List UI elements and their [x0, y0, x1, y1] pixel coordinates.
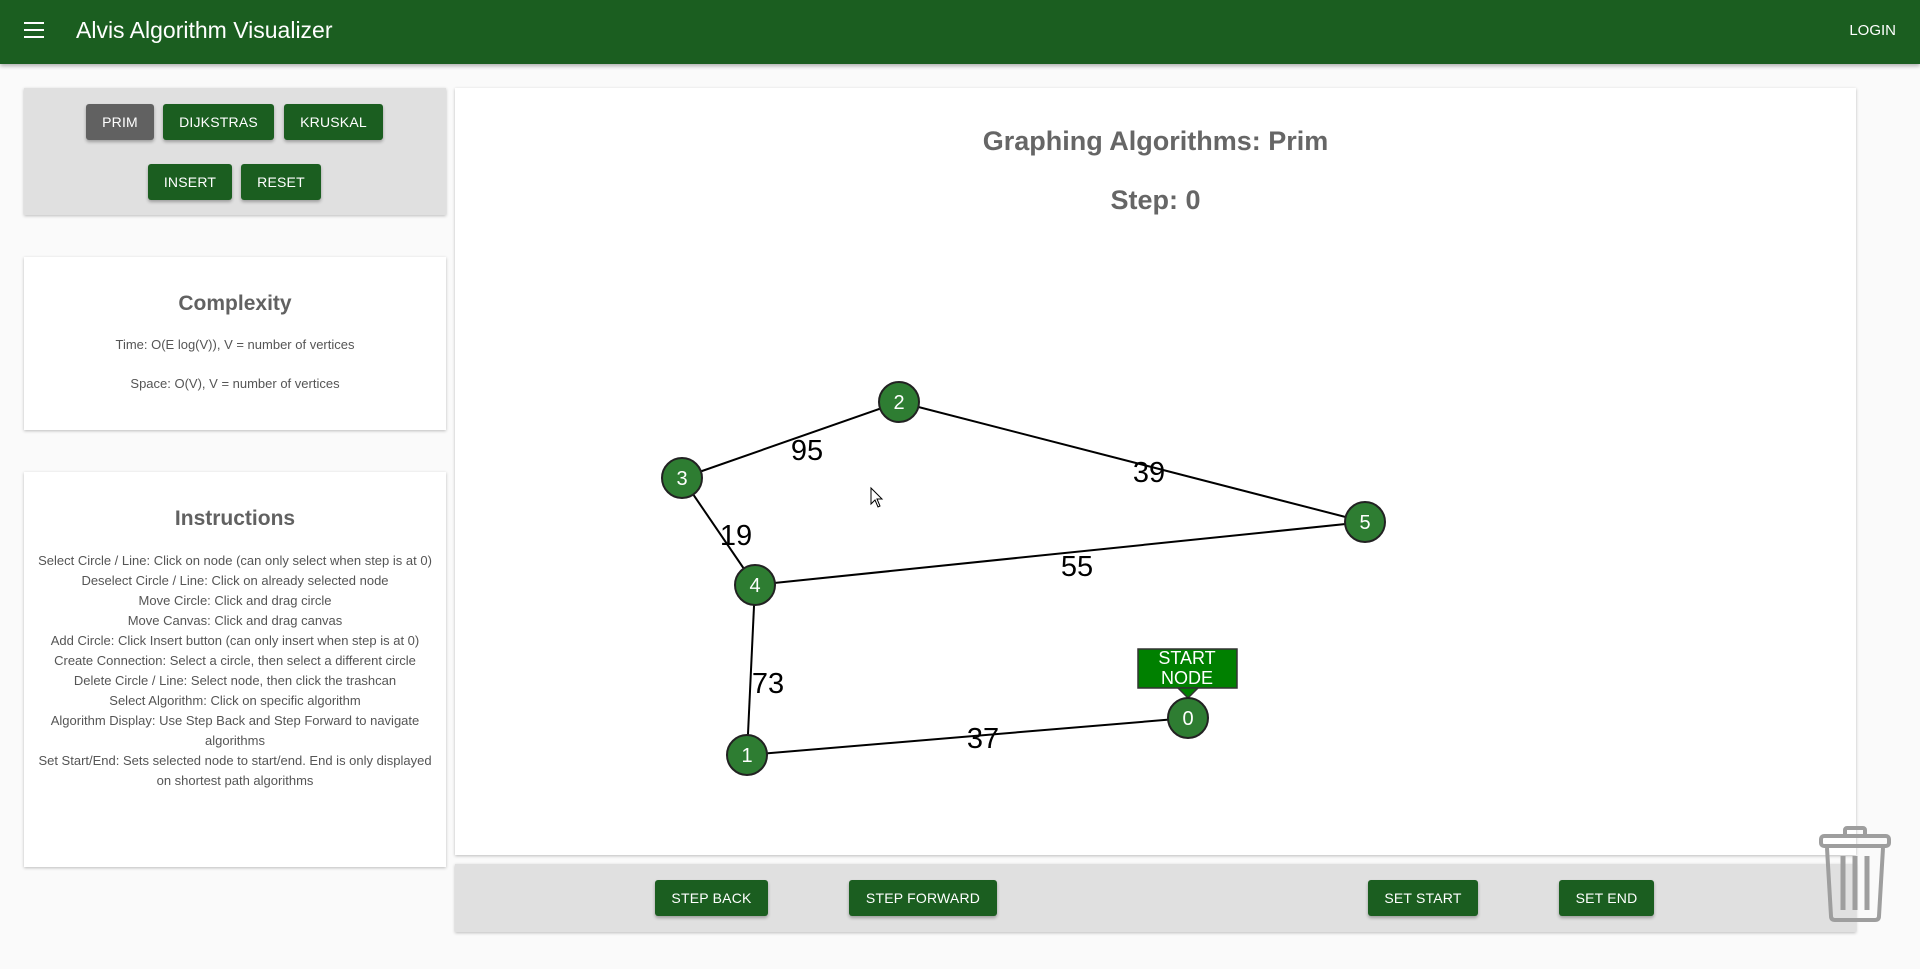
time-complexity: Time: O(E log(V)), V = number of vertice… [115, 337, 355, 352]
instruction-line: Delete Circle / Line: Select node, then … [73, 673, 397, 688]
instruction-line: Select Algorithm: Click on specific algo… [109, 693, 361, 708]
node-label: 2 [893, 392, 904, 414]
node-label: 5 [1359, 512, 1370, 534]
graph-node[interactable]: 3 [661, 457, 703, 499]
login-button[interactable]: LOGIN [1849, 22, 1896, 39]
graph-canvas[interactable]: Graphing Algorithms: Prim Step: 0 95 39 … [455, 88, 1856, 855]
graph-node[interactable]: 2 [878, 381, 920, 423]
node-label: 3 [676, 468, 687, 490]
instruction-line: Add Circle: Click Insert button (can onl… [50, 633, 420, 648]
reset-button[interactable]: RESET [241, 164, 321, 200]
complexity-card: Complexity Time: O(E log(V)), V = number… [24, 257, 446, 430]
graph-node[interactable]: 4 [734, 564, 776, 606]
insert-button[interactable]: INSERT [148, 164, 232, 200]
instruction-line: Create Connection: Select a circle, then… [54, 653, 416, 668]
start-node-label: START NODE [1137, 648, 1238, 700]
start-label-line1: START [1158, 648, 1215, 668]
space-complexity: Space: O(V), V = number of vertices [130, 376, 340, 391]
algorithm-panel: PRIM DIJKSTRAS KRUSKAL INSERT RESET [24, 88, 446, 215]
edge-weight: 39 [1133, 457, 1165, 489]
edge-weight: 37 [967, 723, 999, 755]
edge-weight: 95 [791, 435, 823, 467]
set-end-button[interactable]: SET END [1559, 880, 1654, 916]
instruction-line: Set Start/End: Sets selected node to sta… [38, 753, 432, 788]
set-start-button[interactable]: SET START [1368, 880, 1478, 916]
step-forward-button[interactable]: STEP FORWARD [849, 880, 997, 916]
menu-icon[interactable] [24, 22, 44, 38]
dijkstras-button[interactable]: DIJKSTRAS [163, 104, 274, 140]
node-label: 1 [741, 745, 752, 767]
mouse-cursor-icon [870, 486, 884, 508]
instructions-title: Instructions [174, 507, 296, 530]
edge-weight: 19 [720, 520, 752, 552]
instruction-line: Select Circle / Line: Click on node (can… [38, 553, 432, 568]
complexity-title: Complexity [178, 292, 292, 315]
instruction-line: Move Canvas: Click and drag canvas [127, 613, 343, 628]
kruskal-button[interactable]: KRUSKAL [284, 104, 383, 140]
graph-node[interactable]: 0 [1167, 697, 1209, 739]
trash-icon[interactable] [1817, 826, 1893, 922]
graph-node[interactable]: 1 [726, 734, 768, 776]
edge-weight: 73 [752, 668, 784, 700]
node-label: 0 [1182, 708, 1193, 730]
instructions-card: Instructions Select Circle / Line: Click… [24, 472, 446, 867]
step-back-button[interactable]: STEP BACK [655, 880, 768, 916]
instruction-line: Move Circle: Click and drag circle [138, 593, 332, 608]
app-bar: Alvis Algorithm Visualizer LOGIN [0, 0, 1920, 64]
instruction-line: Deselect Circle / Line: Click on already… [81, 573, 389, 588]
start-label-line2: NODE [1161, 668, 1213, 688]
edge-weight: 55 [1061, 551, 1093, 583]
node-label: 4 [749, 575, 760, 597]
app-title: Alvis Algorithm Visualizer [76, 17, 333, 43]
instruction-line: Algorithm Display: Use Step Back and Ste… [50, 713, 420, 748]
graph-node[interactable]: 5 [1344, 501, 1386, 543]
graph-svg[interactable]: 95 39 19 55 73 37 START NODE 2 3 4 5 1 0 [455, 88, 1856, 855]
step-controls-bar: STEP BACK STEP FORWARD SET START SET END [455, 864, 1856, 932]
prim-button[interactable]: PRIM [86, 104, 154, 140]
